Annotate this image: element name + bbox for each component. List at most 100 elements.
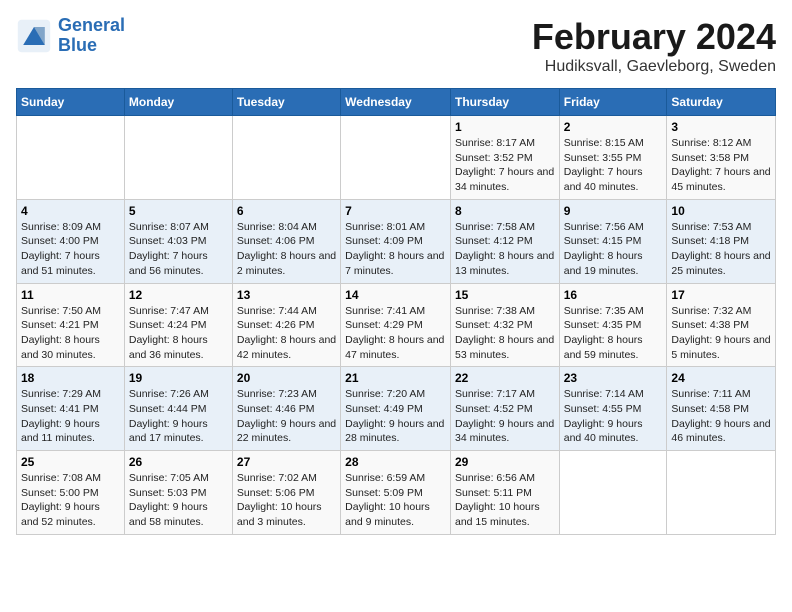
calendar-cell: [341, 116, 451, 200]
day-detail: Sunrise: 7:50 AM Sunset: 4:21 PM Dayligh…: [21, 304, 120, 363]
calendar-cell: 27 Sunrise: 7:02 AM Sunset: 5:06 PM Dayli…: [232, 451, 340, 535]
day-number: 15: [455, 288, 555, 302]
calendar-cell: 5 Sunrise: 8:07 AM Sunset: 4:03 PM Daylig…: [124, 199, 232, 283]
calendar-cell: [17, 116, 125, 200]
calendar-cell: 3Sunrise: 8:12 AM Sunset: 3:58 PM Daylig…: [667, 116, 776, 200]
day-detail: Sunrise: 7:20 AM Sunset: 4:49 PM Dayligh…: [345, 387, 446, 446]
day-number: 25: [21, 455, 120, 469]
day-detail: Sunrise: 8:07 AM Sunset: 4:03 PM Dayligh…: [129, 220, 228, 279]
day-number: 10: [671, 204, 771, 218]
logo-icon: [16, 18, 52, 54]
day-detail: Sunrise: 7:32 AM Sunset: 4:38 PM Dayligh…: [671, 304, 771, 363]
logo-text: General Blue: [58, 16, 125, 56]
calendar-cell: 22 Sunrise: 7:17 AM Sunset: 4:52 PM Dayli…: [450, 367, 559, 451]
day-detail: Sunrise: 6:59 AM Sunset: 5:09 PM Dayligh…: [345, 471, 446, 530]
day-number: 28: [345, 455, 446, 469]
day-number: 16: [564, 288, 663, 302]
weekday-header-row: SundayMondayTuesdayWednesdayThursdayFrid…: [17, 89, 776, 116]
day-number: 14: [345, 288, 446, 302]
weekday-header: Wednesday: [341, 89, 451, 116]
day-number: 21: [345, 371, 446, 385]
calendar-week-row: 4 Sunrise: 8:09 AM Sunset: 4:00 PM Daylig…: [17, 199, 776, 283]
calendar-cell: 29 Sunrise: 6:56 AM Sunset: 5:11 PM Dayli…: [450, 451, 559, 535]
calendar-cell: 24 Sunrise: 7:11 AM Sunset: 4:58 PM Dayli…: [667, 367, 776, 451]
calendar-cell: 9 Sunrise: 7:56 AM Sunset: 4:15 PM Daylig…: [559, 199, 667, 283]
calendar-cell: 16 Sunrise: 7:35 AM Sunset: 4:35 PM Dayli…: [559, 283, 667, 367]
calendar-cell: 10 Sunrise: 7:53 AM Sunset: 4:18 PM Dayli…: [667, 199, 776, 283]
calendar-cell: 12Sunrise: 7:47 AM Sunset: 4:24 PM Dayli…: [124, 283, 232, 367]
day-number: 29: [455, 455, 555, 469]
day-detail: Sunrise: 7:14 AM Sunset: 4:55 PM Dayligh…: [564, 387, 663, 446]
day-detail: Sunrise: 7:58 AM Sunset: 4:12 PM Dayligh…: [455, 220, 555, 279]
calendar-cell: 11 Sunrise: 7:50 AM Sunset: 4:21 PM Dayli…: [17, 283, 125, 367]
calendar-cell: 21 Sunrise: 7:20 AM Sunset: 4:49 PM Dayli…: [341, 367, 451, 451]
day-number: 12: [129, 288, 228, 302]
day-number: 23: [564, 371, 663, 385]
calendar-week-row: 25Sunrise: 7:08 AM Sunset: 5:00 PM Dayli…: [17, 451, 776, 535]
logo-line2: Blue: [58, 35, 97, 55]
calendar-cell: 28 Sunrise: 6:59 AM Sunset: 5:09 PM Dayli…: [341, 451, 451, 535]
weekday-header: Saturday: [667, 89, 776, 116]
day-number: 13: [237, 288, 336, 302]
day-number: 22: [455, 371, 555, 385]
day-number: 9: [564, 204, 663, 218]
weekday-header: Sunday: [17, 89, 125, 116]
day-detail: Sunrise: 7:56 AM Sunset: 4:15 PM Dayligh…: [564, 220, 663, 279]
calendar-cell: 2 Sunrise: 8:15 AM Sunset: 3:55 PM Daylig…: [559, 116, 667, 200]
calendar-cell: 15Sunrise: 7:38 AM Sunset: 4:32 PM Dayli…: [450, 283, 559, 367]
calendar-table: SundayMondayTuesdayWednesdayThursdayFrid…: [16, 88, 776, 535]
calendar-cell: 25Sunrise: 7:08 AM Sunset: 5:00 PM Dayli…: [17, 451, 125, 535]
calendar-cell: 1 Sunrise: 8:17 AM Sunset: 3:52 PM Daylig…: [450, 116, 559, 200]
calendar-cell: 13 Sunrise: 7:44 AM Sunset: 4:26 PM Dayli…: [232, 283, 340, 367]
day-number: 20: [237, 371, 336, 385]
day-detail: Sunrise: 8:12 AM Sunset: 3:58 PM Dayligh…: [671, 136, 771, 195]
day-number: 4: [21, 204, 120, 218]
calendar-cell: 19Sunrise: 7:26 AM Sunset: 4:44 PM Dayli…: [124, 367, 232, 451]
weekday-header: Monday: [124, 89, 232, 116]
day-number: 2: [564, 120, 663, 134]
calendar-cell: 20 Sunrise: 7:23 AM Sunset: 4:46 PM Dayli…: [232, 367, 340, 451]
day-number: 24: [671, 371, 771, 385]
day-detail: Sunrise: 7:41 AM Sunset: 4:29 PM Dayligh…: [345, 304, 446, 363]
day-number: 5: [129, 204, 228, 218]
location-title: Hudiksvall, Gaevleborg, Sweden: [532, 58, 776, 76]
calendar-cell: 26 Sunrise: 7:05 AM Sunset: 5:03 PM Dayli…: [124, 451, 232, 535]
day-detail: Sunrise: 7:23 AM Sunset: 4:46 PM Dayligh…: [237, 387, 336, 446]
day-detail: Sunrise: 8:09 AM Sunset: 4:00 PM Dayligh…: [21, 220, 120, 279]
day-number: 27: [237, 455, 336, 469]
day-number: 11: [21, 288, 120, 302]
day-detail: Sunrise: 7:29 AM Sunset: 4:41 PM Dayligh…: [21, 387, 120, 446]
calendar-cell: 8 Sunrise: 7:58 AM Sunset: 4:12 PM Daylig…: [450, 199, 559, 283]
day-detail: Sunrise: 6:56 AM Sunset: 5:11 PM Dayligh…: [455, 471, 555, 530]
day-detail: Sunrise: 8:17 AM Sunset: 3:52 PM Dayligh…: [455, 136, 555, 195]
day-detail: Sunrise: 7:44 AM Sunset: 4:26 PM Dayligh…: [237, 304, 336, 363]
day-detail: Sunrise: 7:26 AM Sunset: 4:44 PM Dayligh…: [129, 387, 228, 446]
weekday-header: Friday: [559, 89, 667, 116]
calendar-week-row: 11 Sunrise: 7:50 AM Sunset: 4:21 PM Dayli…: [17, 283, 776, 367]
day-detail: Sunrise: 7:53 AM Sunset: 4:18 PM Dayligh…: [671, 220, 771, 279]
day-detail: Sunrise: 7:11 AM Sunset: 4:58 PM Dayligh…: [671, 387, 771, 446]
title-area: February 2024 Hudiksvall, Gaevleborg, Sw…: [532, 16, 776, 76]
day-detail: Sunrise: 7:35 AM Sunset: 4:35 PM Dayligh…: [564, 304, 663, 363]
day-number: 8: [455, 204, 555, 218]
day-detail: Sunrise: 7:05 AM Sunset: 5:03 PM Dayligh…: [129, 471, 228, 530]
calendar-cell: 17 Sunrise: 7:32 AM Sunset: 4:38 PM Dayli…: [667, 283, 776, 367]
page-header: General Blue February 2024 Hudiksvall, G…: [16, 16, 776, 76]
day-detail: Sunrise: 7:02 AM Sunset: 5:06 PM Dayligh…: [237, 471, 336, 530]
day-number: 1: [455, 120, 555, 134]
day-number: 18: [21, 371, 120, 385]
day-detail: Sunrise: 8:15 AM Sunset: 3:55 PM Dayligh…: [564, 136, 663, 195]
day-number: 17: [671, 288, 771, 302]
day-number: 26: [129, 455, 228, 469]
weekday-header: Thursday: [450, 89, 559, 116]
calendar-cell: 6Sunrise: 8:04 AM Sunset: 4:06 PM Daylig…: [232, 199, 340, 283]
day-number: 6: [237, 204, 336, 218]
day-detail: Sunrise: 8:01 AM Sunset: 4:09 PM Dayligh…: [345, 220, 446, 279]
calendar-cell: 18 Sunrise: 7:29 AM Sunset: 4:41 PM Dayli…: [17, 367, 125, 451]
logo: General Blue: [16, 16, 125, 56]
calendar-cell: 14 Sunrise: 7:41 AM Sunset: 4:29 PM Dayli…: [341, 283, 451, 367]
day-detail: Sunrise: 7:17 AM Sunset: 4:52 PM Dayligh…: [455, 387, 555, 446]
calendar-week-row: 1 Sunrise: 8:17 AM Sunset: 3:52 PM Daylig…: [17, 116, 776, 200]
day-number: 7: [345, 204, 446, 218]
calendar-cell: 23 Sunrise: 7:14 AM Sunset: 4:55 PM Dayli…: [559, 367, 667, 451]
